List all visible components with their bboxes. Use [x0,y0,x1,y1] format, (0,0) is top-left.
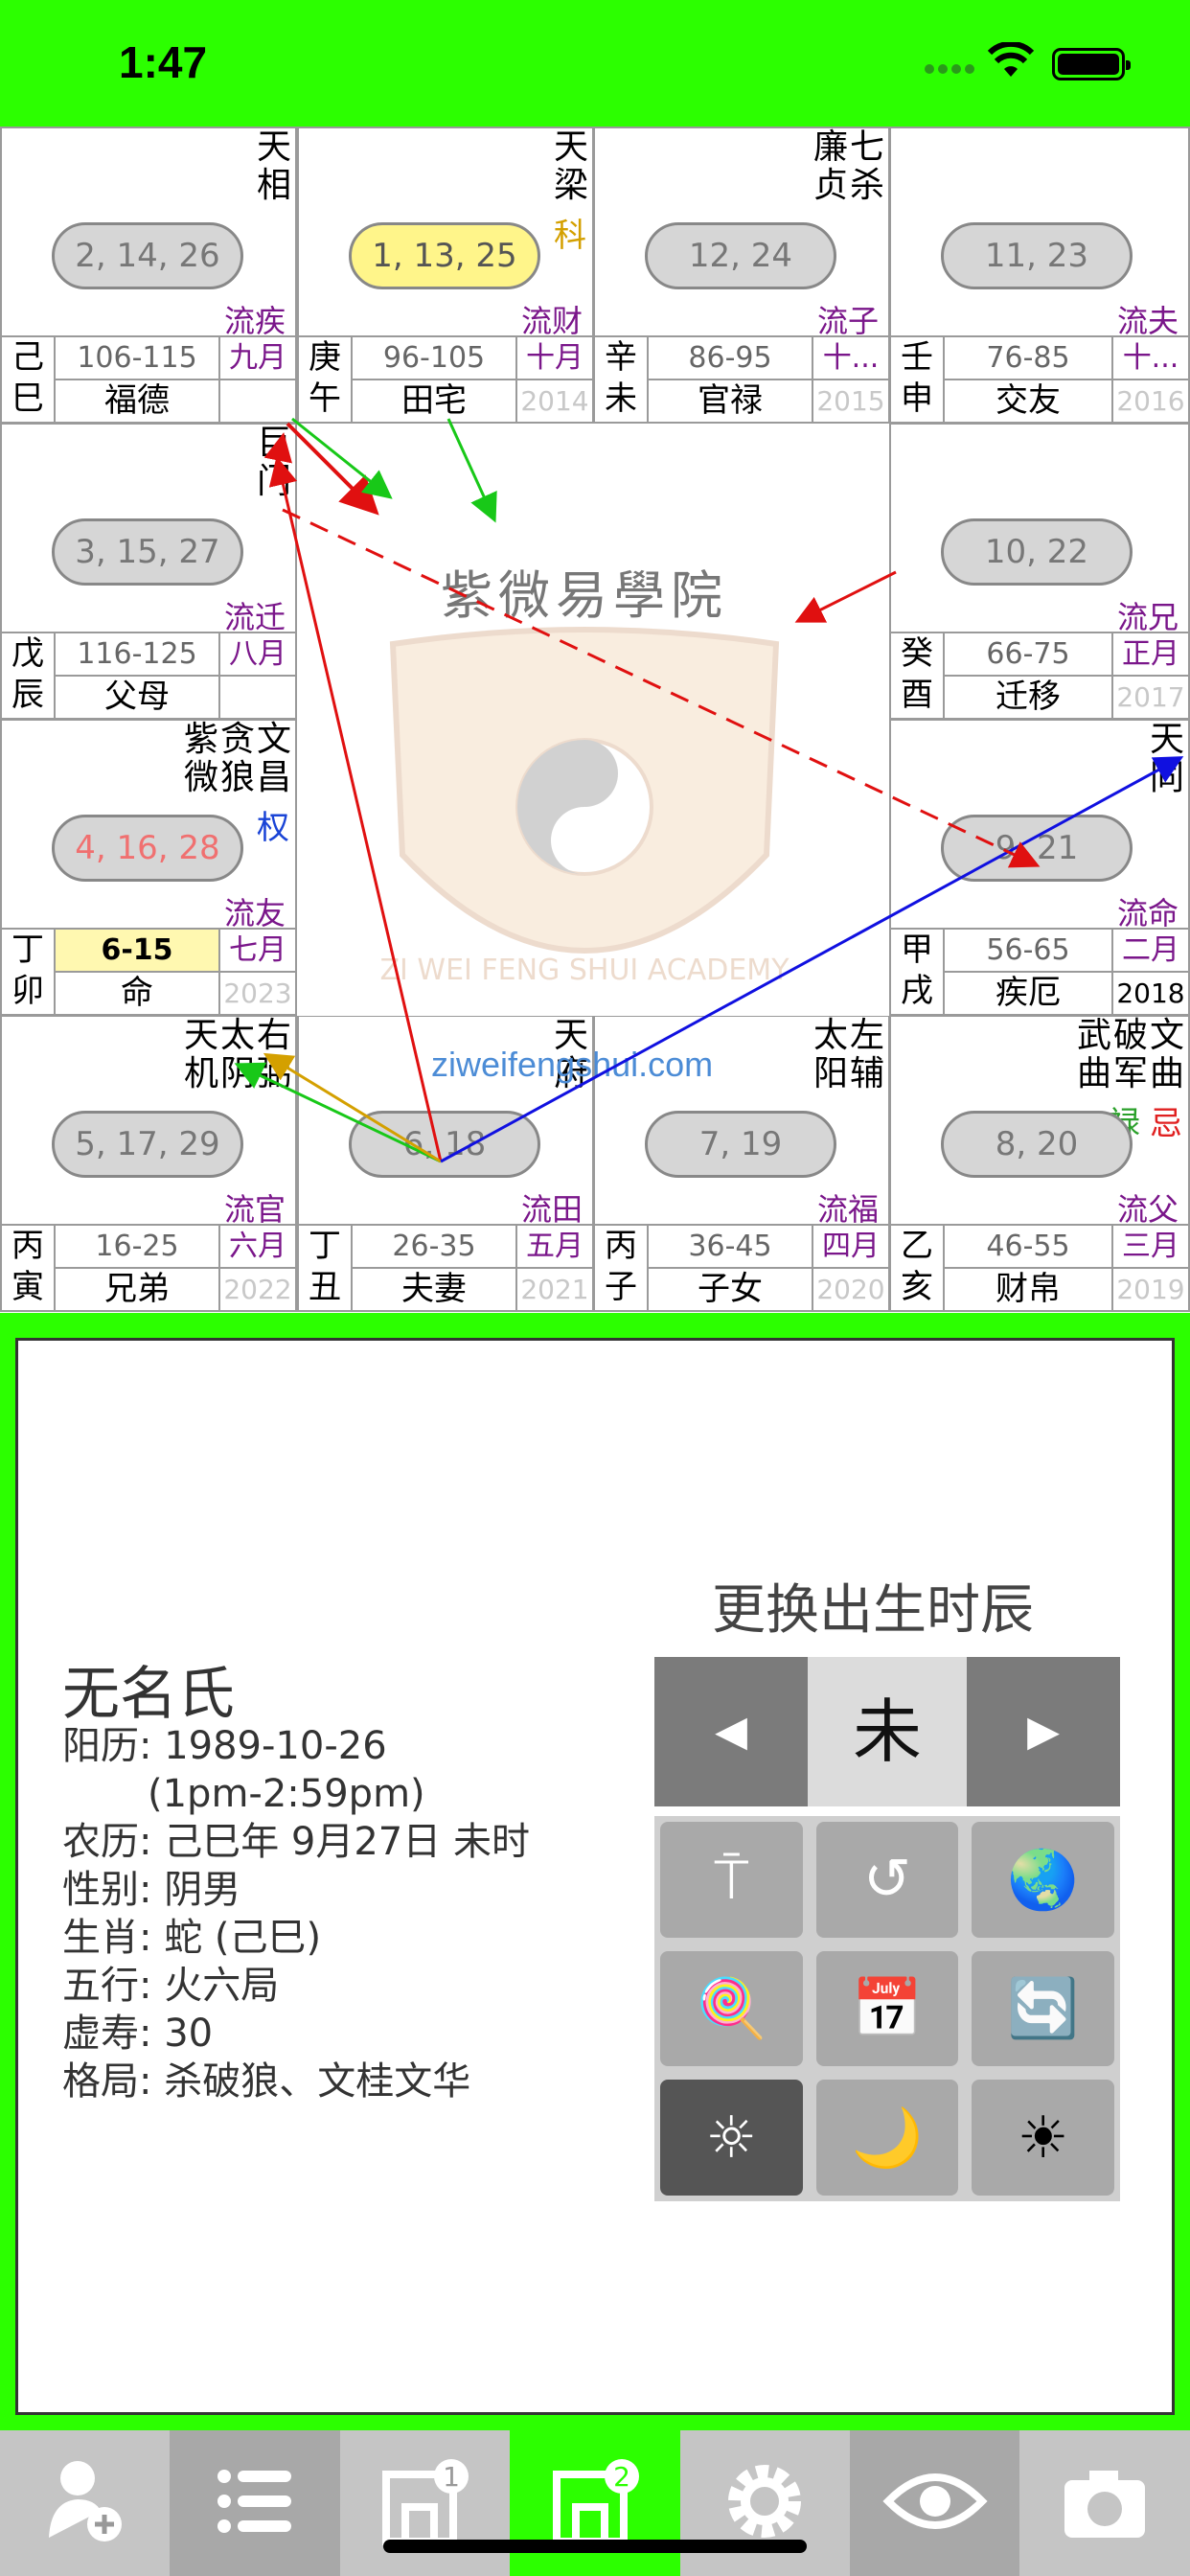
settings-icon [717,2453,812,2553]
tab-eye[interactable] [849,2430,1020,2576]
status-bar: 1:47 [0,0,1190,126]
tab-camera[interactable] [1019,2430,1190,2576]
history-icon[interactable]: ↺ [815,1822,959,1938]
wifi-icon [987,42,1035,77]
pattern: 格局: 杀破狼、文桂文华 [62,2059,471,2104]
ziwei-chart: 天相 2, 14, 26 流疾 己巳 106-115 福德 九月 天梁科 1, 13, 25 流财… [0,126,1190,1313]
info-panel: 无名氏 阳历: 1989-10-26 (1pm-2:59pm) 农历: 己巳年 9… [15,1338,1175,2415]
brightness-icon[interactable]: ☼ [660,2080,803,2196]
change-hour-title: 更换出生时辰 [712,1579,1034,1642]
tab-add-person[interactable] [0,2430,171,2576]
camera-icon [1057,2453,1153,2553]
home-indicator [383,2540,807,2553]
tab-settings[interactable] [679,2430,850,2576]
arrow-wu-green [446,418,497,523]
lollipop-icon[interactable]: 🍭 [660,1950,803,2067]
next-hour-button[interactable]: ▶ [967,1657,1120,1806]
tab-chart-1[interactable]: 1 [339,2430,511,2576]
chart-2-icon: 2 [547,2453,643,2553]
tab-list[interactable] [170,2430,340,2576]
arrow-ji [268,456,443,1162]
tab-chart-2[interactable]: 2 [510,2430,680,2576]
person-name: 无名氏 [62,1661,235,1728]
tab-bar: 12 [0,2430,1190,2576]
svg-text:2: 2 [613,2461,630,2493]
calendar-icon[interactable]: 📅 [815,1950,959,2067]
person-details: 阳历: 1989-10-26 (1pm-2:59pm) 农历: 己巳年 9月27日… [62,1722,530,2105]
transformation-arrows [234,417,1184,1163]
age: 虚寿: 30 [62,2012,214,2056]
arrow-quan [440,756,1184,1163]
five-element: 五行: 火六局 [62,1964,280,2008]
chart-1-icon: 1 [377,2453,472,2553]
tool-grid: ⍑ ↺ 🌏 🍭 📅 🔄 ☼ 🌙 ☀ [654,1816,1120,2201]
arrow-you-red [794,570,897,623]
hour-selector: ◀ 未 ▶ [654,1657,1120,1806]
status-time: 1:47 [119,37,208,87]
svg-text:1: 1 [444,2461,461,2493]
solar-date: 阳历: 1989-10-26 [62,1724,387,1768]
sun-icon[interactable]: ☀ [972,2080,1114,2196]
lunar-date: 农历: 己巳年 9月27日 未时 [62,1820,530,1864]
prev-hour-button[interactable]: ◀ [654,1657,808,1806]
list-icon [207,2453,303,2553]
eye-icon [882,2453,988,2553]
arrow-si-green [291,417,393,499]
globe-icon[interactable]: 🌏 [972,1822,1114,1938]
signal-icon [925,59,980,77]
zodiac: 生肖: 蛇 (己巳) [62,1916,322,1960]
arrow-lu [234,1062,442,1163]
arrow-ke [263,1052,442,1163]
gender: 性别: 阴男 [62,1868,241,1912]
pin-icon[interactable]: ⍑ [660,1822,803,1938]
arrow-chen-red [263,432,293,464]
arrow-dashed [282,508,1041,868]
moon-icon[interactable]: 🌙 [815,2080,959,2196]
add-person-icon [37,2453,133,2553]
refresh-icon[interactable]: 🔄 [972,1950,1114,2067]
arrow-si-red [286,422,379,516]
battery-icon [1052,48,1131,80]
solar-time: (1pm-2:59pm) [62,1772,425,1816]
current-hour: 未 [808,1657,967,1806]
